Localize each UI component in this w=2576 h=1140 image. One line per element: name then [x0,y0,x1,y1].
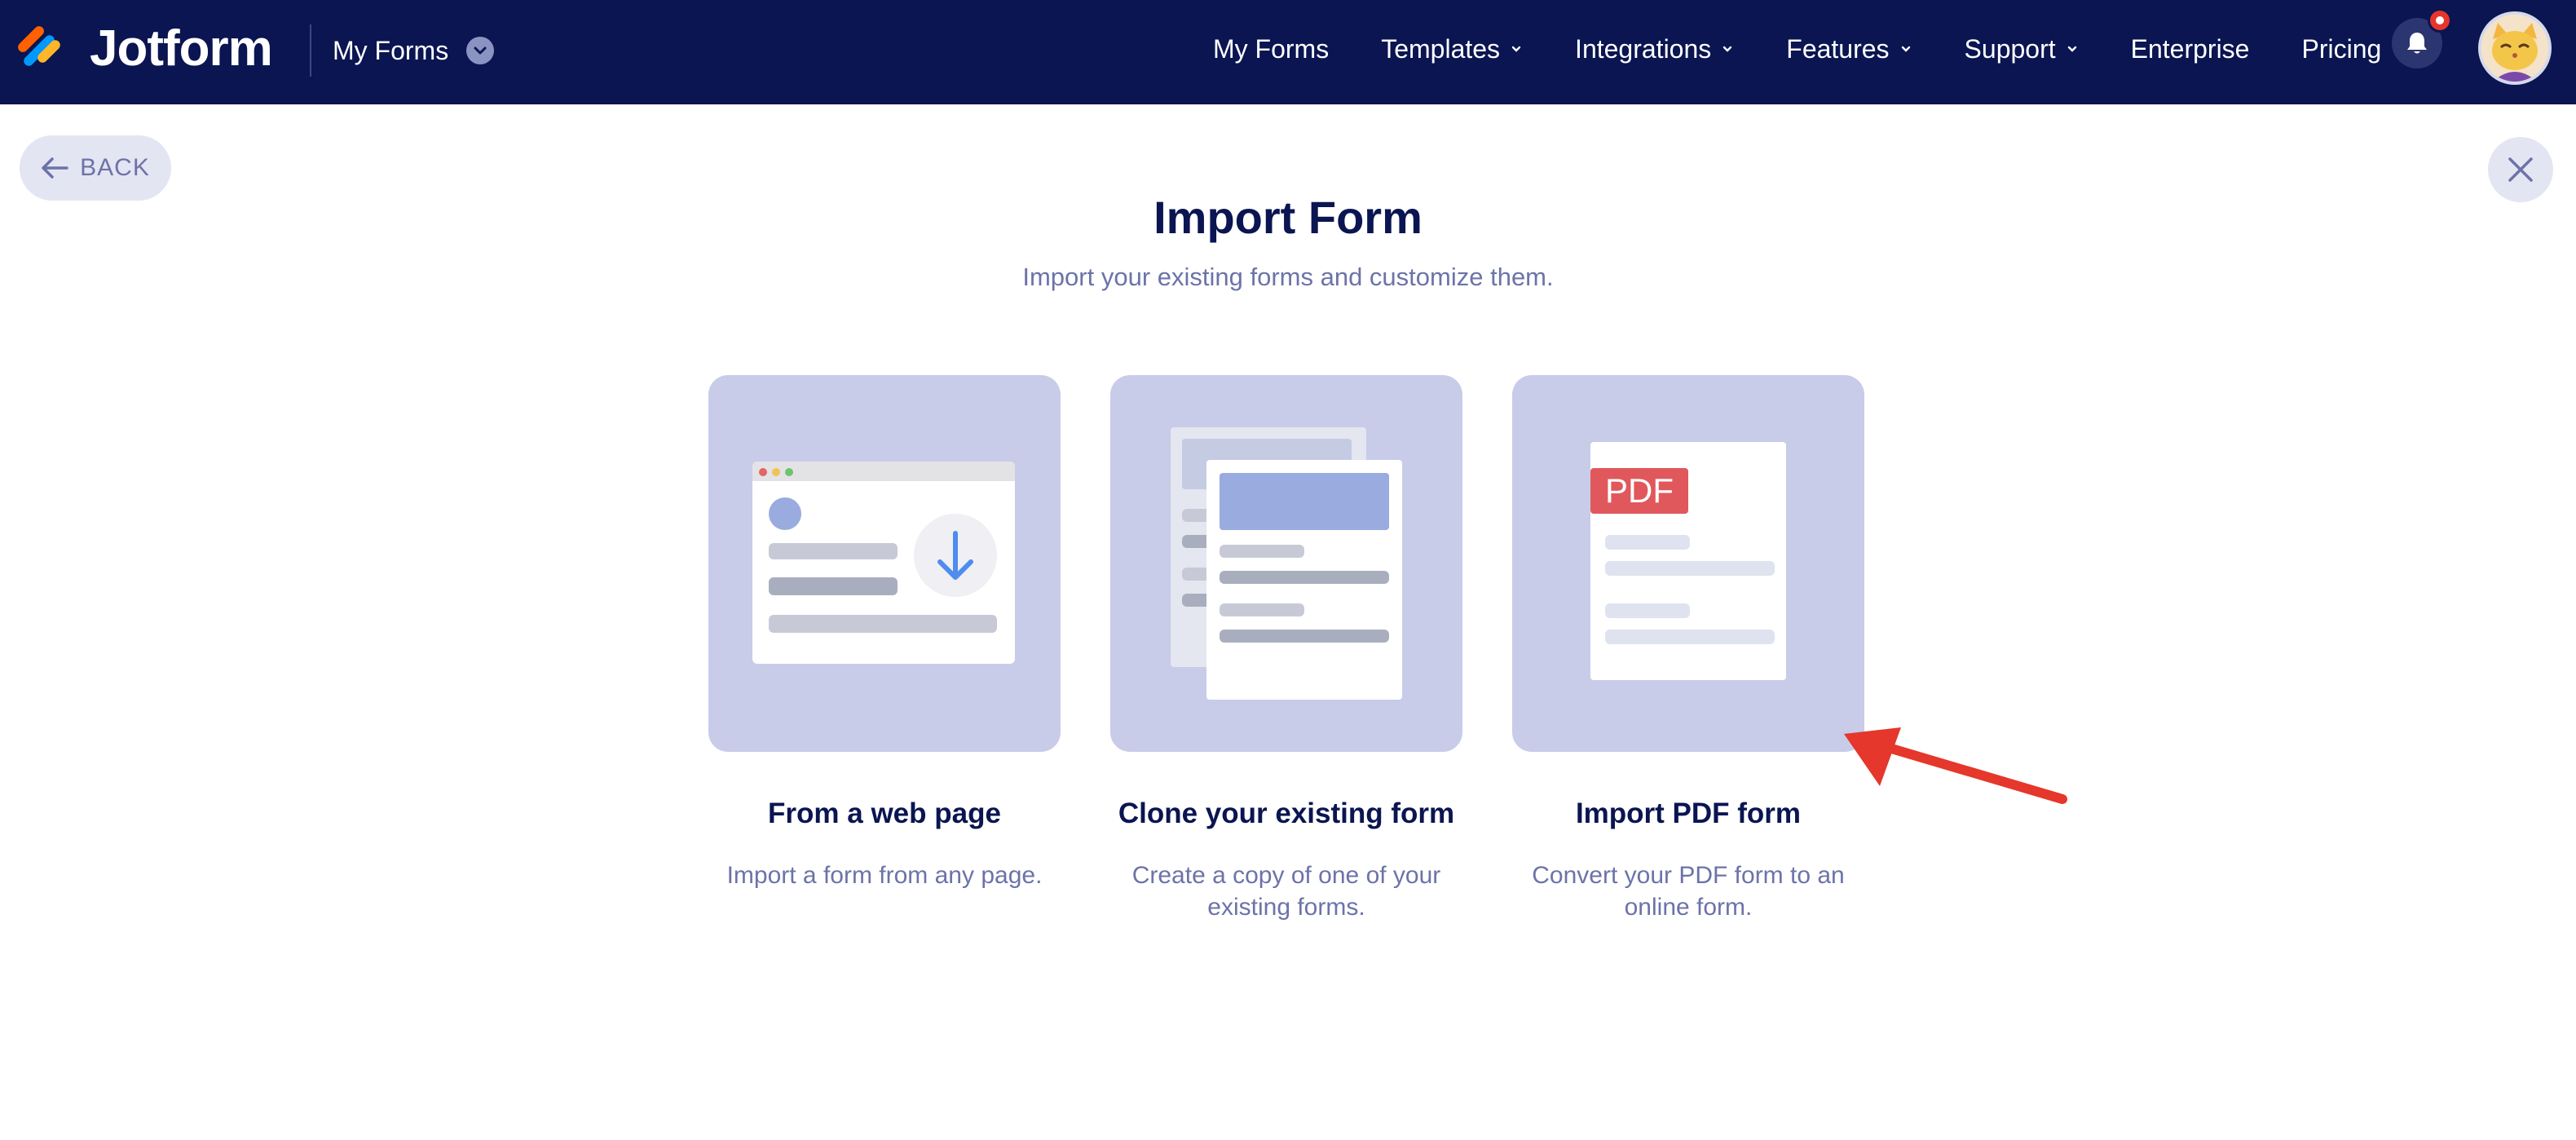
nav-support[interactable]: Support [1965,34,2079,64]
chevron-down-icon [2067,46,2076,52]
top-navigation-bar: Jotform My Forms My Forms Templates Inte… [0,0,2576,104]
option-description: Import a form from any page. [726,862,1043,889]
nav-pricing-label: Pricing [2301,33,2382,64]
option-title: Clone your existing form [1118,798,1455,829]
option-description: Create a copy of one of your existing fo… [1131,862,1441,921]
nav-support-label: Support [1964,33,2056,64]
jotform-logo-icon[interactable] [18,24,67,73]
chevron-down-icon [1511,46,1521,52]
option-card[interactable] [1110,375,1462,752]
back-label: BACK [80,154,150,181]
nav-templates[interactable]: Templates [1381,34,1523,64]
nav-my-forms-label: My Forms [1213,33,1330,64]
web-page-illustration [752,462,1015,664]
page-subtitle: Import your existing forms and customize… [1022,263,1554,291]
pdf-badge: PDF [1590,468,1688,514]
chevron-down-icon [1901,46,1910,52]
option-from-web-page[interactable]: From a web page Import a form from any p… [708,375,1061,891]
brand-name[interactable]: Jotform [90,18,273,80]
nav-pricing[interactable]: Pricing [2301,34,2381,64]
nav-features-label: Features [1786,33,1890,64]
clone-form-illustration [1110,375,1462,752]
notification-badge [2428,8,2452,33]
option-description: Convert your PDF form to an online form. [1532,862,1845,921]
option-import-pdf-form[interactable]: PDF Import PDF form Convert your PDF for… [1512,375,1864,923]
option-clone-existing-form[interactable]: Clone your existing form Create a copy o… [1110,375,1462,923]
page-title: Import Form [1153,192,1423,243]
option-title: From a web page [768,798,1001,829]
pdf-form-illustration: PDF [1512,375,1864,752]
nav-features[interactable]: Features [1786,34,1912,64]
option-card[interactable] [708,375,1061,752]
nav-enterprise-label: Enterprise [2130,33,2250,64]
avatar-cat-icon [2481,15,2548,82]
nav-integrations[interactable]: Integrations [1575,34,1734,64]
chevron-down-icon [466,37,495,64]
option-card[interactable]: PDF [1512,375,1864,752]
arrow-left-icon [42,157,68,179]
nav-my-forms[interactable]: My Forms [1213,34,1329,64]
option-title: Import PDF form [1575,798,1802,829]
my-forms-switcher[interactable]: My Forms [333,28,495,73]
switcher-label: My Forms [333,35,449,65]
chevron-down-icon [1723,46,1732,52]
nav-enterprise[interactable]: Enterprise [2131,34,2250,64]
bell-icon [2407,33,2427,54]
main-nav: My Forms Templates Integrations Features… [1213,23,2381,75]
user-avatar[interactable] [2478,11,2552,85]
download-icon [914,514,997,597]
nav-templates-label: Templates [1381,33,1501,64]
close-icon [2508,157,2533,182]
brand-divider [310,24,311,77]
nav-integrations-label: Integrations [1575,33,1712,64]
annotation-arrow-icon [1844,727,2067,804]
